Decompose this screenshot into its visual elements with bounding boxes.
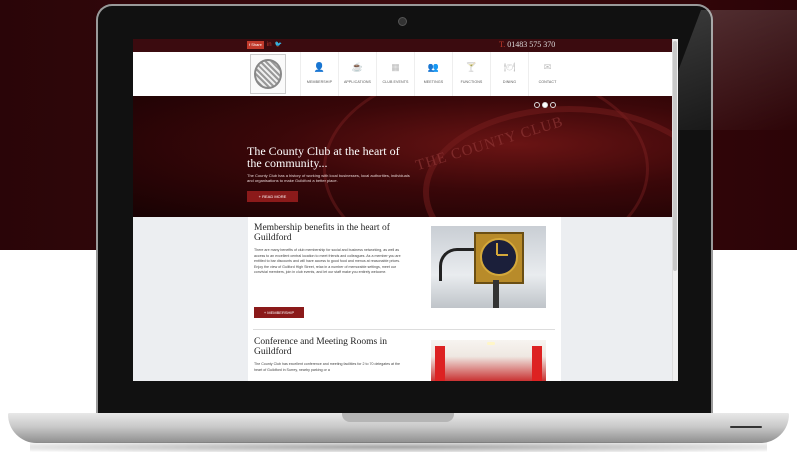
meeting-room-image <box>431 340 546 381</box>
nav-label: CONTACT <box>538 80 557 84</box>
facebook-share-button[interactable]: f Share <box>247 41 264 49</box>
cloche-icon: 🍽 <box>503 62 516 72</box>
laptop-shadow <box>30 442 767 452</box>
content-panel: Membership benefits in the heart of Guil… <box>248 217 561 381</box>
slider-dot-active[interactable] <box>542 102 548 108</box>
laptop-notch <box>342 413 454 422</box>
membership-heading: Membership benefits in the heart of Guil… <box>254 223 390 243</box>
hero-banner: THE COUNTY CLUB The County Club at the h… <box>133 96 678 217</box>
nav-label: DINING <box>502 80 517 84</box>
nav-label: MEETINGS <box>423 80 444 84</box>
crest-icon <box>254 59 282 89</box>
membership-button[interactable]: + MEMBERSHIP <box>254 307 304 318</box>
nav-item-club-events[interactable]: ▦ CLUB EVENTS <box>376 52 414 96</box>
room-curtain <box>435 346 445 381</box>
nav-item-functions[interactable]: 🍸 FUNCTIONS <box>452 52 490 96</box>
social-links: f Share in 🐦 <box>247 41 282 49</box>
phone-value: 01483 575 370 <box>507 40 556 49</box>
nav-item-membership[interactable]: 👤 MEMBERSHIP <box>300 52 338 96</box>
conference-heading: Conference and Meeting Rooms in Guildfor… <box>254 337 387 357</box>
section-divider <box>253 329 555 330</box>
nav-label: FUNCTIONS <box>460 80 483 84</box>
nav-label: MEMBERSHIP <box>306 80 333 84</box>
nav-item-meetings[interactable]: 👥 MEETINGS <box>414 52 452 96</box>
calendar-icon: ▦ <box>391 62 400 72</box>
twitter-icon[interactable]: 🐦 <box>275 41 282 49</box>
nav-item-contact[interactable]: ✉ CONTACT <box>528 52 566 96</box>
club-logo[interactable] <box>250 54 286 94</box>
guildford-clock-image <box>431 226 546 308</box>
phone-prefix: T. <box>499 40 506 49</box>
envelope-icon: ✉ <box>543 62 552 72</box>
slider-dot[interactable] <box>550 102 556 108</box>
laptop-screen: f Share in 🐦 T. 01483 575 370 👤 MEMBERSHI… <box>133 39 678 381</box>
nav-item-dining[interactable]: 🍽 DINING <box>490 52 528 96</box>
nav-items: 👤 MEMBERSHIP ☕ APPLICATIONS ▦ CLUB EVENT… <box>300 52 566 96</box>
conference-text: The County Club has excellent conference… <box>254 362 401 372</box>
scrollbar-thumb[interactable] <box>673 41 677 271</box>
webcam-icon <box>398 17 407 26</box>
membership-text: There are many benefits of club membersh… <box>254 248 401 275</box>
clock-face <box>480 238 518 276</box>
top-bar: f Share in 🐦 T. 01483 575 370 <box>133 39 678 52</box>
content-area: Membership benefits in the heart of Guil… <box>133 217 678 381</box>
clock-post <box>493 280 499 308</box>
main-navigation: 👤 MEMBERSHIP ☕ APPLICATIONS ▦ CLUB EVENT… <box>133 52 678 97</box>
nav-label: CLUB EVENTS <box>382 80 409 84</box>
laptop-indicator <box>730 426 762 428</box>
group-icon: 👥 <box>427 62 440 72</box>
hero-title: The County Club at the heart of the comm… <box>247 144 400 170</box>
slider-dot[interactable] <box>534 102 540 108</box>
linkedin-icon[interactable]: in <box>267 41 272 49</box>
cup-icon: ☕ <box>351 62 364 72</box>
phone-number: T. 01483 575 370 <box>499 40 555 49</box>
nav-label: APPLICATIONS <box>343 80 372 84</box>
room-light <box>487 342 495 345</box>
slider-dots <box>534 102 556 108</box>
glass-icon: 🍸 <box>465 62 478 72</box>
hero-text: The County Club has a history of working… <box>247 173 410 183</box>
nav-item-applications[interactable]: ☕ APPLICATIONS <box>338 52 376 96</box>
person-icon: 👤 <box>313 62 326 72</box>
room-curtain <box>532 346 542 381</box>
clock-hand <box>497 254 508 256</box>
read-more-button[interactable]: + READ MORE <box>247 191 298 202</box>
